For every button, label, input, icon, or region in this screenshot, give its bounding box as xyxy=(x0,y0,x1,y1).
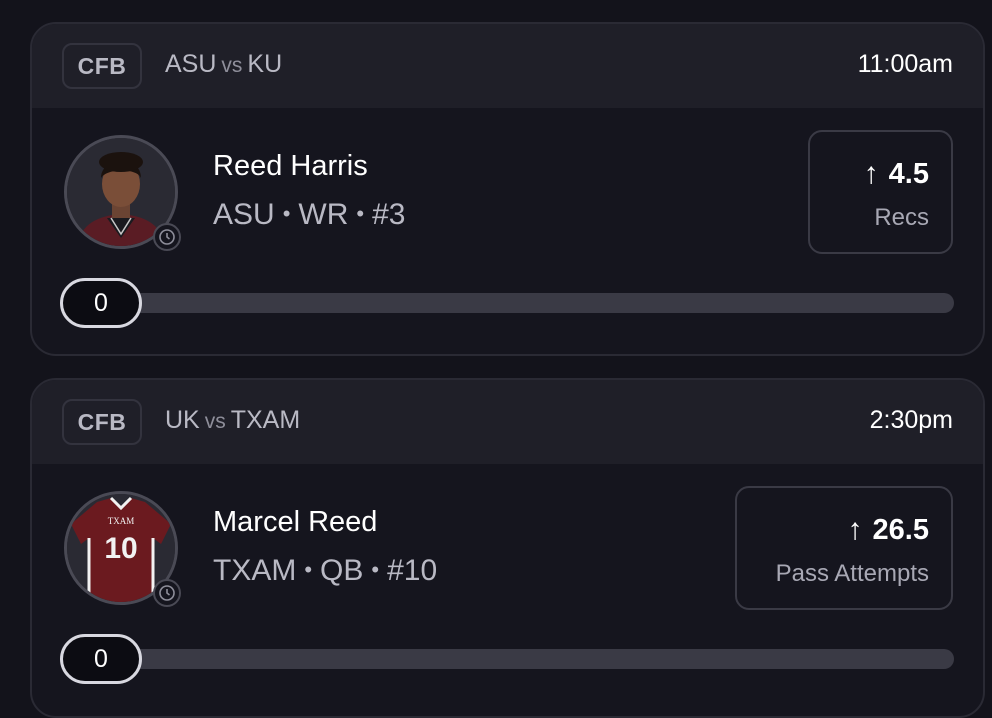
league-badge: CFB xyxy=(62,399,142,445)
separator: • xyxy=(356,201,365,226)
prop-box[interactable]: ↑ 4.5 Recs xyxy=(808,130,953,254)
prop-line: ↑ 4.5 xyxy=(864,157,929,191)
clock-icon xyxy=(153,579,181,607)
matchup: ASU vs KU xyxy=(165,50,282,79)
prop-line-value: 26.5 xyxy=(872,514,929,546)
player-position: QB xyxy=(320,554,364,587)
home-team: UK xyxy=(165,406,200,434)
progress-track xyxy=(92,293,954,313)
away-team: KU xyxy=(247,50,283,78)
separator: • xyxy=(371,557,380,582)
player-number: #10 xyxy=(387,554,438,587)
league-badge: CFB xyxy=(62,43,142,89)
prop-stat: Recs xyxy=(874,204,929,231)
progress-count: 0 xyxy=(60,278,142,328)
vs-label: vs xyxy=(221,54,243,77)
away-team: TXAM xyxy=(230,406,301,434)
progress-count: 0 xyxy=(60,634,142,684)
player-team: ASU xyxy=(213,198,275,231)
player-position: WR xyxy=(298,198,349,231)
player-team: TXAM xyxy=(213,554,297,587)
progress-track xyxy=(92,649,954,669)
card-header: CFB ASU vs KU 11:00am xyxy=(32,24,983,108)
prop-line: ↑ 26.5 xyxy=(848,513,929,547)
player-number: #3 xyxy=(372,198,406,231)
prop-stat: Pass Attempts xyxy=(775,560,929,587)
jersey-number: 10 xyxy=(104,532,137,565)
vs-label: vs xyxy=(204,410,226,433)
separator: • xyxy=(304,557,313,582)
game-time: 2:30pm xyxy=(869,406,953,434)
prop-box[interactable]: ↑ 26.5 Pass Attempts xyxy=(735,486,953,610)
player-name[interactable]: Marcel Reed xyxy=(213,506,377,539)
player-meta: TXAM • QB • #10 xyxy=(213,554,437,588)
player-name[interactable]: Reed Harris xyxy=(213,150,368,183)
prop-line-value: 4.5 xyxy=(888,158,929,190)
home-team: ASU xyxy=(165,50,217,78)
jersey-label: TXAM xyxy=(108,516,135,526)
card-header: CFB UK vs TXAM 2:30pm xyxy=(32,380,983,464)
separator: • xyxy=(282,201,291,226)
clock-icon xyxy=(153,223,181,251)
pick-card[interactable]: CFB ASU vs KU 11:00am Reed Harris ASU • WR • #… xyxy=(30,22,985,356)
arrow-up-icon: ↑ xyxy=(847,513,863,546)
player-meta: ASU • WR • #3 xyxy=(213,198,405,232)
matchup: UK vs TXAM xyxy=(165,406,300,435)
pick-card[interactable]: CFB UK vs TXAM 2:30pm TXAM 10 Marcel Reed … xyxy=(30,378,985,718)
game-time: 11:00am xyxy=(857,50,953,78)
arrow-up-icon: ↑ xyxy=(863,157,879,190)
